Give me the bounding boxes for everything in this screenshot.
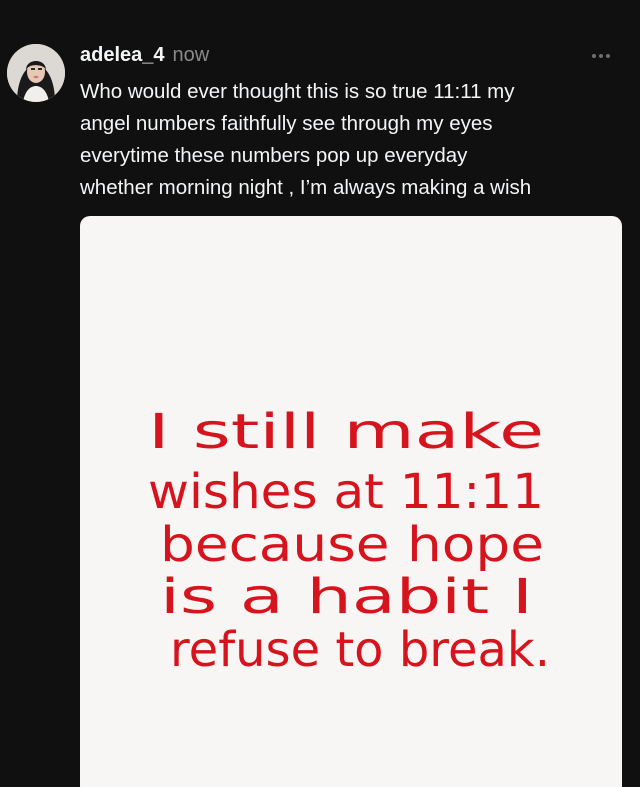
handwritten-line: refuse to break. — [170, 622, 550, 678]
more-options-button[interactable] — [586, 46, 616, 66]
post-caption: Who would ever thought this is so true 1… — [80, 76, 625, 204]
username-link[interactable]: adelea_4 — [80, 44, 165, 67]
post-image[interactable]: I still make wishes at 11:11 because hop… — [80, 216, 622, 787]
ellipsis-icon-dot — [599, 54, 603, 58]
handwritten-line: is a habit I — [160, 569, 533, 625]
handwritten-line: wishes at 11:11 — [148, 464, 544, 520]
caption-line: Who would ever thought this is so true 1… — [80, 80, 515, 103]
ellipsis-icon-dot — [606, 54, 610, 58]
handwritten-note: I still make wishes at 11:11 because hop… — [148, 404, 550, 678]
avatar-image — [7, 44, 65, 102]
post: adelea_4 now Who would ever thought this… — [0, 0, 640, 787]
handwritten-line: because hope — [160, 517, 544, 573]
ellipsis-icon — [592, 54, 596, 58]
handwritten-line: I still make — [148, 404, 544, 460]
post-header: adelea_4 now — [80, 44, 209, 70]
avatar[interactable] — [7, 44, 65, 102]
caption-line: whether morning night , I’m always makin… — [80, 176, 532, 199]
caption-line: angel numbers faithfully see through my … — [80, 112, 493, 135]
timestamp: now — [172, 44, 210, 66]
caption-line: everytime these numbers pop up everyday — [80, 144, 468, 167]
